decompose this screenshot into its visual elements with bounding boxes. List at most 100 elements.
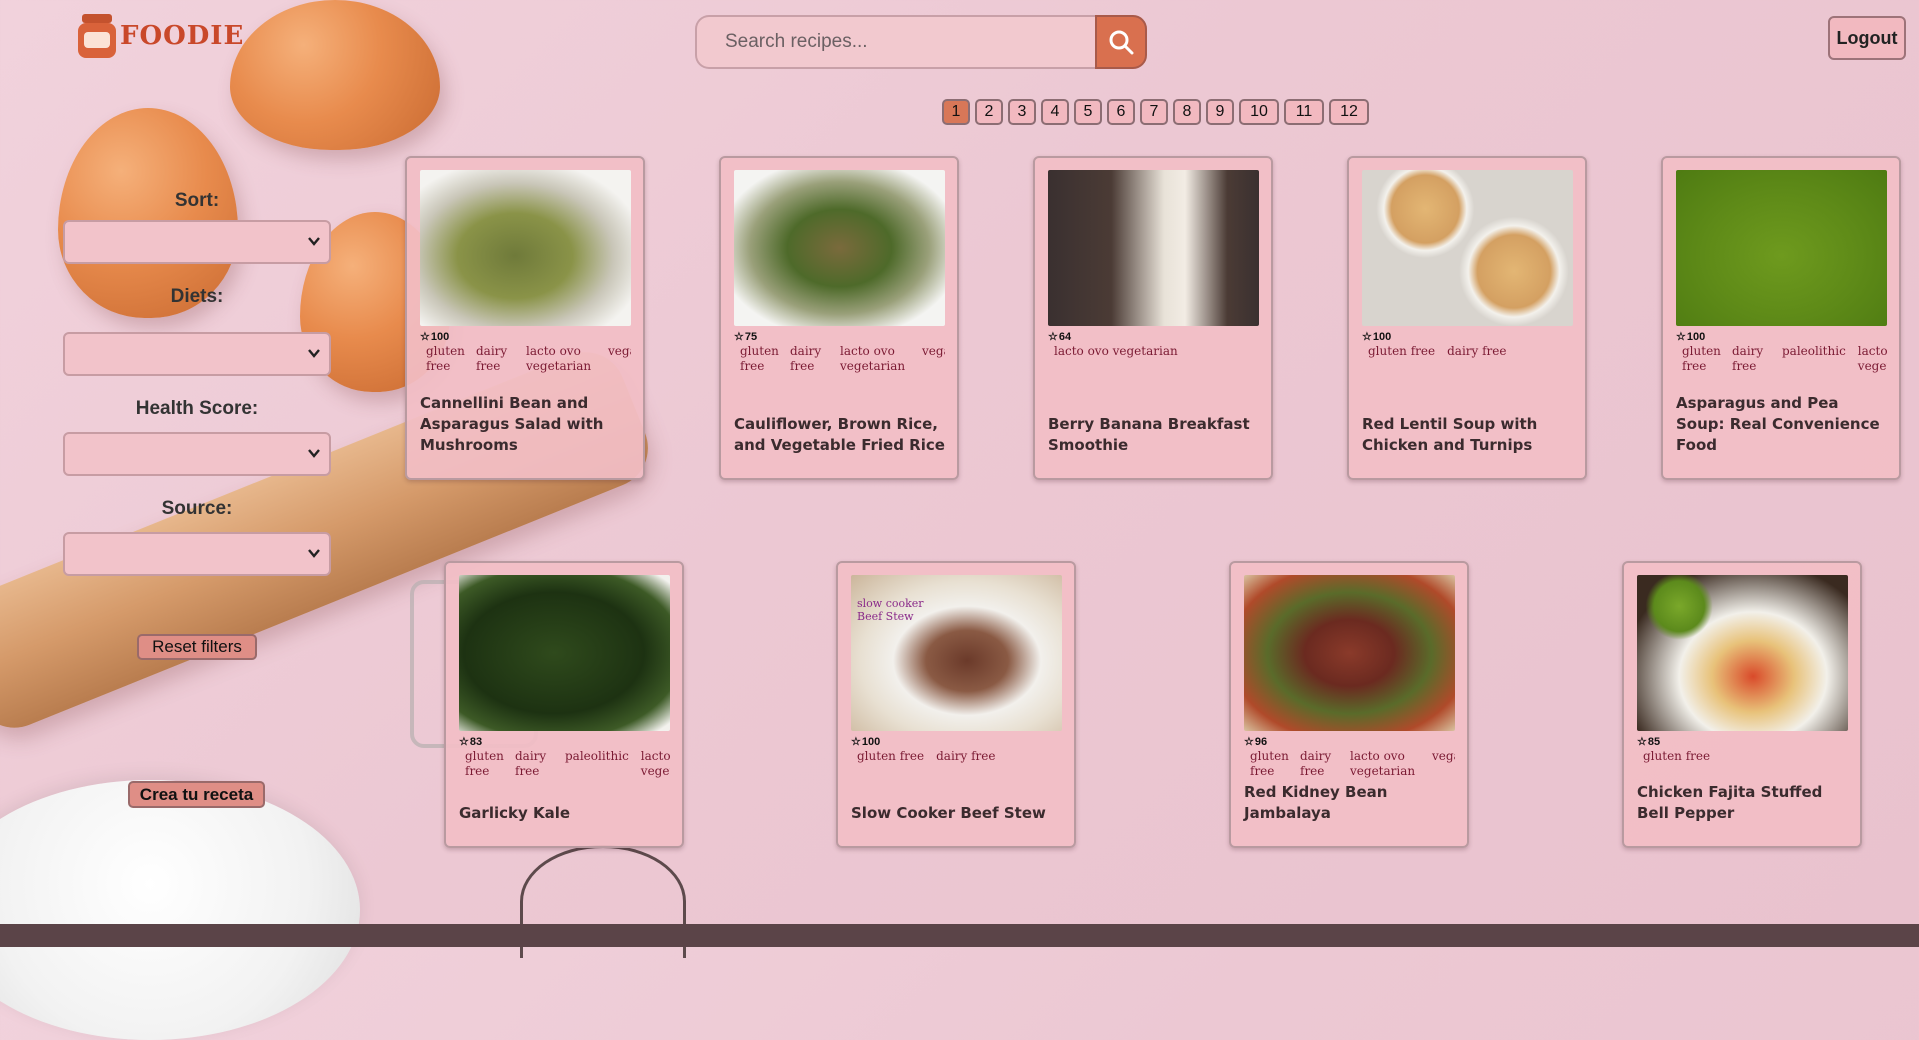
recipe-card[interactable]: ☆ 83 gluten free dairy free paleolithic l… <box>444 561 684 848</box>
diet-tag: lacto ovo vegetarian <box>840 344 906 373</box>
search-button[interactable] <box>1095 15 1147 69</box>
search-icon <box>1109 30 1134 55</box>
recipe-title: Cannellini Bean and Asparagus Salad with… <box>420 394 604 454</box>
health-score: ☆ 83 <box>459 735 483 749</box>
bottom-bar <box>0 924 1919 947</box>
page-button-2[interactable]: 2 <box>975 99 1003 125</box>
recipe-image <box>1244 575 1455 731</box>
diet-tags: gluten free dairy free paleolithic lacto… <box>1676 344 1887 378</box>
recipe-card[interactable]: ☆ 100 gluten free dairy free Red Lentil S… <box>1347 156 1587 480</box>
diet-tag: lacto ovo vegetarian <box>526 344 592 373</box>
diet-tag: vegan <box>1432 749 1455 763</box>
recipe-title: Slow Cooker Beef Stew <box>851 804 1046 822</box>
recipe-card[interactable]: ☆ 100 gluten free dairy free paleolithic … <box>1661 156 1901 480</box>
sort-label: Sort: <box>174 190 220 211</box>
star-icon: ☆ <box>1048 331 1058 343</box>
star-icon: ☆ <box>1244 736 1254 748</box>
image-caption: slow cooker Beef Stew <box>857 597 924 623</box>
recipe-card[interactable]: ☆ 75 gluten free dairy free lacto ovo veg… <box>719 156 959 480</box>
diet-tag: dairy free <box>1732 344 1764 373</box>
page-button-4[interactable]: 4 <box>1041 99 1069 125</box>
page-button-3[interactable]: 3 <box>1008 99 1036 125</box>
diet-tags: gluten free dairy free paleolithic lacto… <box>459 749 670 783</box>
health-score: ☆ 100 <box>851 735 881 749</box>
diet-tag: gluten free <box>857 749 925 763</box>
diet-tags: gluten free dairy free <box>851 749 1062 783</box>
source-label: Source: <box>161 498 233 519</box>
chevron-down-icon <box>308 549 320 558</box>
page-button-8[interactable]: 8 <box>1173 99 1201 125</box>
page-button-12[interactable]: 12 <box>1329 99 1369 125</box>
recipe-title: Garlicky Kale <box>459 804 571 822</box>
recipe-title: Red Kidney Bean Jambalaya <box>1244 783 1388 822</box>
recipe-title: Asparagus and Pea Soup: Real Convenience… <box>1676 394 1880 454</box>
diet-tag: gluten free <box>1368 344 1436 358</box>
recipe-title: Chicken Fajita Stuffed Bell Pepper <box>1637 783 1823 822</box>
health-score: ☆ 96 <box>1244 735 1268 749</box>
diet-tag: gluten free <box>1643 749 1711 763</box>
page-button-7[interactable]: 7 <box>1140 99 1168 125</box>
health-score: ☆ 100 <box>420 330 450 344</box>
diet-tags: gluten free dairy free lacto ovo vegetar… <box>734 344 945 378</box>
recipe-image: slow cooker Beef Stew <box>851 575 1062 731</box>
diet-tags: gluten free dairy free <box>1362 344 1573 378</box>
page-button-11[interactable]: 11 <box>1284 99 1324 125</box>
diet-tag: lacto ovo vegetarian <box>1350 749 1416 778</box>
chevron-down-icon <box>308 237 320 246</box>
diet-tag: dairy free <box>936 749 996 763</box>
page-button-5[interactable]: 5 <box>1074 99 1102 125</box>
recipe-card[interactable]: ☆ 100 gluten free dairy free lacto ovo ve… <box>405 156 645 480</box>
health-score: ☆ 100 <box>1676 330 1706 344</box>
recipe-card[interactable]: slow cooker Beef Stew ☆ 100 gluten free d… <box>836 561 1076 848</box>
star-icon: ☆ <box>420 331 430 343</box>
diet-tag: gluten free <box>426 344 465 373</box>
page-button-1[interactable]: 1 <box>942 99 970 125</box>
sort-select[interactable] <box>63 220 331 264</box>
recipe-title: Red Lentil Soup with Chicken and Turnips <box>1362 415 1538 454</box>
recipe-image <box>459 575 670 731</box>
health-score: ☆ 100 <box>1362 330 1392 344</box>
diet-tag: lacto ovo vegetarian <box>1054 344 1178 358</box>
diet-tag: lacto ovo vegetarian <box>640 749 670 778</box>
page-button-9[interactable]: 9 <box>1206 99 1234 125</box>
diet-tag: dairy free <box>476 344 508 373</box>
recipe-card[interactable]: ☆ 96 gluten free dairy free lacto ovo veg… <box>1229 561 1469 848</box>
logo[interactable]: FOODIE <box>78 14 244 58</box>
diet-tag: dairy free <box>1447 344 1507 358</box>
logout-button[interactable]: Logout <box>1828 16 1906 60</box>
chevron-down-icon <box>308 349 320 358</box>
diet-tag: gluten free <box>740 344 779 373</box>
star-icon: ☆ <box>1637 736 1647 748</box>
diet-tag: paleolithic <box>565 749 629 763</box>
search-input[interactable] <box>695 15 1095 69</box>
recipe-image <box>1048 170 1259 326</box>
jar-icon <box>78 14 116 58</box>
recipe-image <box>1637 575 1848 731</box>
health-score-label: Health Score: <box>135 398 259 419</box>
diet-tag: lacto ovo vegetarian <box>1857 344 1887 373</box>
recipe-card[interactable]: ☆ 85 gluten free Chicken Fajita Stuffed B… <box>1622 561 1862 848</box>
bowl-decoration <box>0 780 360 1040</box>
diet-tags: gluten free dairy free lacto ovo vegetar… <box>1244 749 1455 783</box>
star-icon: ☆ <box>734 331 744 343</box>
diet-tag: gluten free <box>465 749 504 778</box>
recipe-image <box>734 170 945 326</box>
health-score: ☆ 75 <box>734 330 758 344</box>
diet-tag: gluten free <box>1682 344 1721 373</box>
logo-text: FOODIE <box>120 21 245 51</box>
recipe-image <box>1362 170 1573 326</box>
diet-tags: lacto ovo vegetarian <box>1048 344 1259 378</box>
recipe-card[interactable]: ☆ 64 lacto ovo vegetarian Berry Banana Br… <box>1033 156 1273 480</box>
diets-select[interactable] <box>63 332 331 376</box>
health-score-select[interactable] <box>63 432 331 476</box>
page-button-10[interactable]: 10 <box>1239 99 1279 125</box>
health-score: ☆ 85 <box>1637 735 1661 749</box>
source-select[interactable] <box>63 532 331 576</box>
reset-filters-button[interactable]: Reset filters <box>137 634 257 660</box>
diet-tag: dairy free <box>515 749 547 778</box>
create-recipe-button[interactable]: Crea tu receta <box>128 781 265 808</box>
pagination: 1 2 3 4 5 6 7 8 9 10 11 12 <box>942 99 1369 125</box>
page-button-6[interactable]: 6 <box>1107 99 1135 125</box>
filter-sidebar: Sort: Diets: Health Score: Source: <box>63 190 331 576</box>
diet-tags: gluten free dairy free lacto ovo vegetar… <box>420 344 631 378</box>
